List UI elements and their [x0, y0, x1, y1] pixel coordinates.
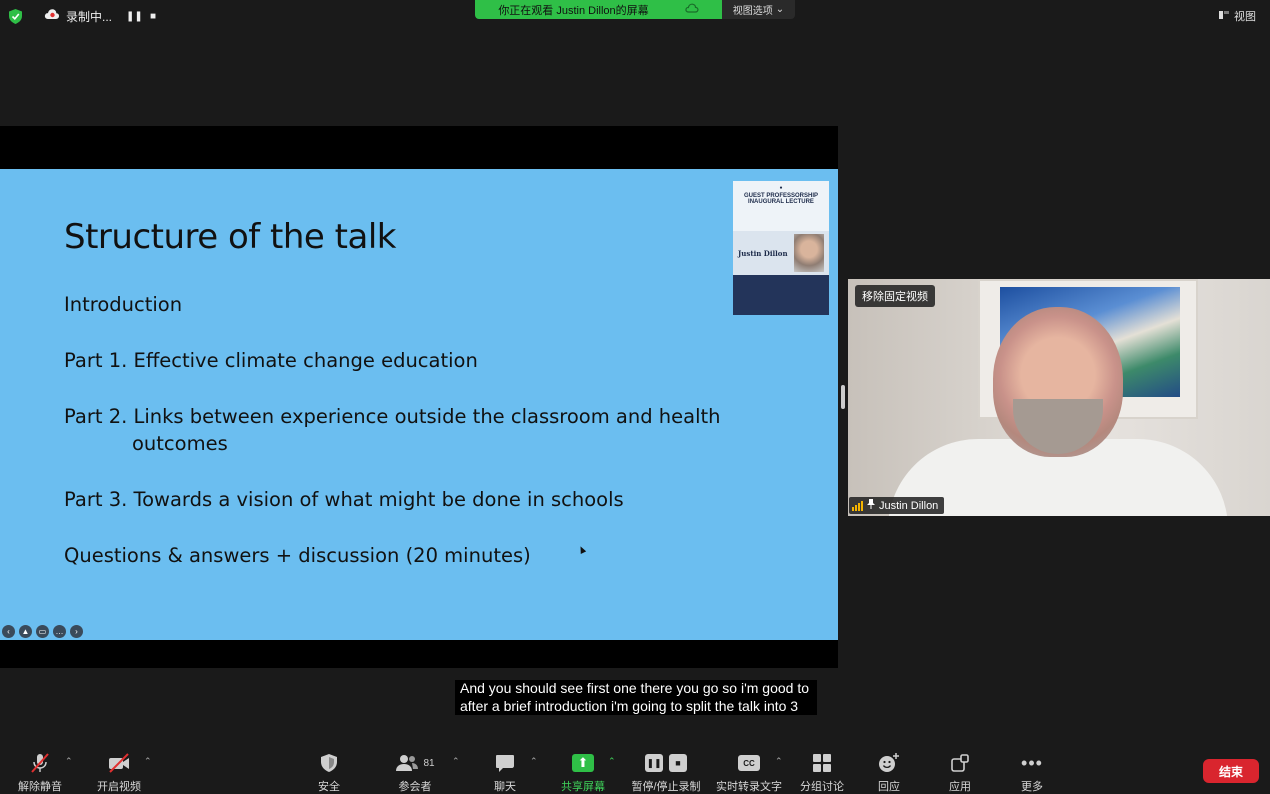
- participants-icon: 81: [395, 752, 435, 774]
- pin-icon: [867, 499, 875, 512]
- subtitles-icon[interactable]: ▭: [36, 625, 49, 638]
- next-slide-icon[interactable]: ›: [70, 625, 83, 638]
- pause-stop-recording-button[interactable]: ❚❚ ■ 暂停/停止录制: [626, 752, 706, 794]
- lecture-poster-image: ● GUEST PROFESSORSHIP INAUGURAL LECTURE …: [733, 181, 829, 315]
- cloud-record-icon: [44, 7, 60, 25]
- recording-indicator: 录制中... ❚❚ ■: [44, 7, 160, 25]
- chat-options-caret-icon[interactable]: ⌃: [530, 756, 538, 767]
- reactions-button[interactable]: 回应: [853, 752, 925, 794]
- ellipsis-icon: •••: [1021, 752, 1043, 773]
- poster-name: Justin Dillon: [738, 248, 788, 258]
- participant-name-tag: Justin Dillon: [849, 497, 945, 514]
- participant-name: Justin Dillon: [879, 499, 939, 512]
- viewing-screen-notice: 你正在观看 Justin Dillon的屏幕: [475, 0, 722, 19]
- apps-button[interactable]: 应用: [924, 752, 996, 794]
- participants-count: 81: [423, 757, 435, 769]
- slide-line-part2: Part 2. Links between experience outside…: [64, 405, 721, 428]
- poster-footer: [733, 275, 829, 315]
- chevron-down-icon: ⌄: [775, 4, 785, 15]
- start-video-label: 开启视频: [97, 781, 141, 793]
- meeting-window: 录制中... ❚❚ ■ 你正在观看 Justin Dillon的屏幕 视图选项 …: [0, 0, 1270, 794]
- security-shield-icon[interactable]: [8, 8, 22, 24]
- meeting-toolbar: 解除静音 ⌃ 开启视频 ⌃ 安全 81 参会者 ⌃ 聊天 ⌃ ⬆ 共享屏幕 ⌃ …: [0, 747, 1270, 794]
- view-options-button[interactable]: 视图选项 ⌄: [722, 0, 795, 19]
- slide-line-intro: Introduction: [64, 293, 183, 316]
- audio-options-caret-icon[interactable]: ⌃: [65, 756, 73, 767]
- view-layout-label: 视图: [1234, 11, 1256, 23]
- more-button[interactable]: ••• 更多: [996, 752, 1068, 794]
- viewing-banner: 你正在观看 Justin Dillon的屏幕 视图选项 ⌄: [475, 0, 795, 19]
- poster-portrait: [793, 234, 824, 272]
- camera-off-icon: [107, 752, 131, 774]
- video-options-caret-icon[interactable]: ⌃: [144, 756, 152, 767]
- breakout-rooms-button[interactable]: 分组讨论: [786, 752, 858, 794]
- apps-label: 应用: [949, 781, 971, 793]
- share-screen-label: 共享屏幕: [561, 781, 605, 793]
- slide-controls: ‹ ▲ ▭ … ›: [2, 625, 83, 638]
- slide-line-part1: Part 1. Effective climate change educati…: [64, 349, 478, 372]
- breakout-grid-icon: [813, 752, 831, 774]
- recording-label: 录制中...: [66, 9, 113, 24]
- share-screen-icon: ⬆: [572, 752, 594, 774]
- panel-resize-handle[interactable]: [841, 385, 845, 409]
- closed-caption-icon: CC: [738, 752, 760, 774]
- slide-line-part2-cont: outcomes: [132, 432, 228, 455]
- poster-heading: GUEST PROFESSORSHIP INAUGURAL LECTURE: [743, 193, 818, 205]
- viewing-screen-text: 你正在观看 Justin Dillon的屏幕: [498, 4, 649, 17]
- breakout-rooms-label: 分组讨论: [800, 781, 844, 793]
- presentation-slide: Structure of the talk Introduction Part …: [0, 169, 838, 640]
- shield-icon: [320, 752, 338, 774]
- speaker-video-tile[interactable]: 移除固定视频 Justin Dillon: [848, 279, 1270, 516]
- apps-icon: [951, 752, 969, 774]
- pause-stop-icon: ❚❚ ■: [645, 752, 687, 774]
- cloud-icon: [685, 3, 699, 16]
- poster-middle: Justin Dillon: [733, 231, 829, 275]
- poster-header: ● GUEST PROFESSORSHIP INAUGURAL LECTURE: [733, 181, 829, 231]
- reactions-label: 回应: [878, 781, 900, 793]
- security-button[interactable]: 安全: [293, 752, 365, 794]
- top-left-status: 录制中... ❚❚ ■: [8, 6, 160, 26]
- pen-icon[interactable]: ▲: [19, 625, 32, 638]
- live-caption: And you should see first one there you g…: [455, 680, 817, 715]
- transcript-options-caret-icon[interactable]: ⌃: [775, 756, 783, 767]
- view-layout-button[interactable]: 视图: [1219, 8, 1256, 24]
- slide-title: Structure of the talk: [64, 217, 396, 257]
- mouse-pointer-icon: [577, 545, 587, 554]
- stop-recording-icon[interactable]: ■: [146, 11, 160, 22]
- security-label: 安全: [318, 781, 340, 793]
- previous-slide-icon[interactable]: ‹: [2, 625, 15, 638]
- view-options-label: 视图选项: [732, 6, 773, 17]
- layout-icon: [1219, 10, 1229, 23]
- chat-bubble-icon: [495, 752, 515, 774]
- chat-label: 聊天: [494, 781, 516, 793]
- participants-label: 参会者: [398, 781, 432, 793]
- end-meeting-button[interactable]: 结束: [1203, 759, 1259, 783]
- microphone-muted-icon: [29, 752, 51, 774]
- live-transcript-label: 实时转录文字: [716, 781, 782, 793]
- participants-options-caret-icon[interactable]: ⌃: [452, 756, 460, 767]
- pause-recording-icon[interactable]: ❚❚: [126, 11, 143, 22]
- unpin-video-button[interactable]: 移除固定视频: [855, 285, 935, 307]
- participants-button[interactable]: 81 参会者: [379, 752, 451, 794]
- emoji-plus-icon: [878, 752, 900, 774]
- more-label: 更多: [1021, 781, 1043, 793]
- slide-line-part3: Part 3. Towards a vision of what might b…: [64, 488, 624, 511]
- more-options-icon[interactable]: …: [53, 625, 66, 638]
- slide-line-qa: Questions & answers + discussion (20 min…: [64, 544, 531, 567]
- share-options-caret-icon[interactable]: ⌃: [608, 756, 616, 767]
- unmute-label: 解除静音: [18, 781, 62, 793]
- pause-stop-recording-label: 暂停/停止录制: [631, 781, 701, 793]
- signal-strength-icon: [852, 500, 863, 511]
